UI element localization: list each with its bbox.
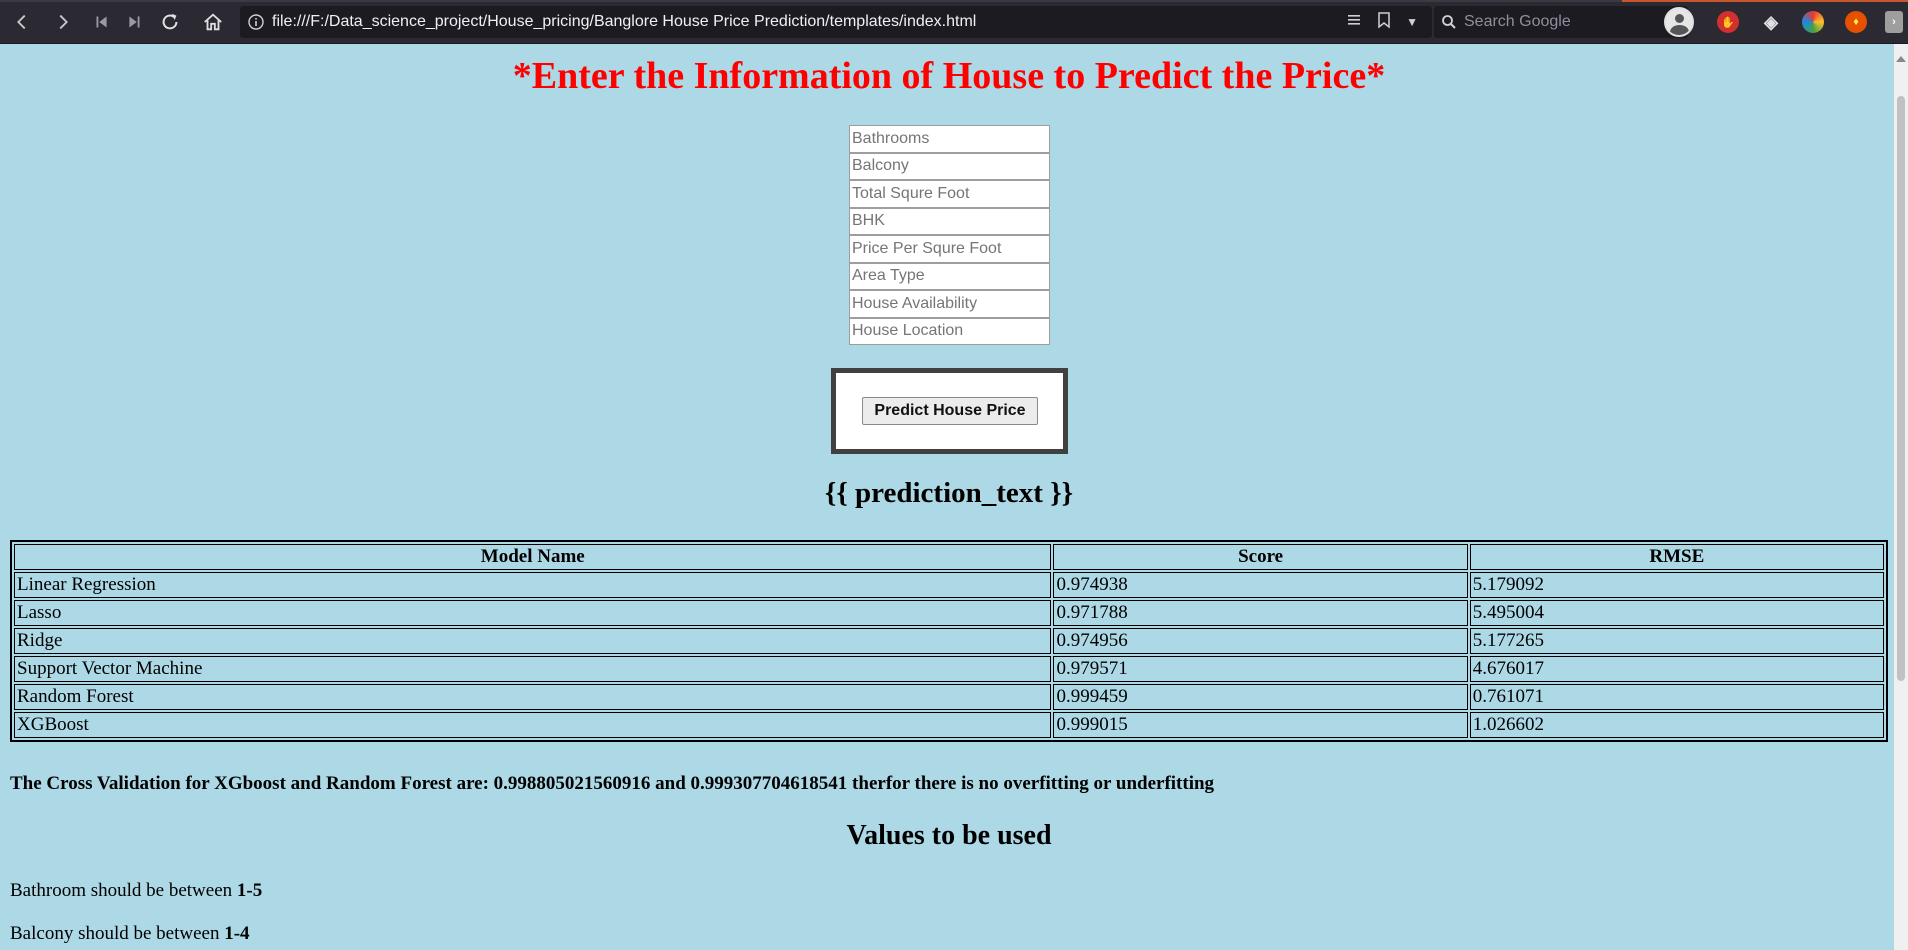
avatar[interactable] <box>1664 7 1694 37</box>
rmse-cell: 5.177265 <box>1469 628 1884 654</box>
total-sqft-input[interactable] <box>849 180 1050 208</box>
reader-view-icon[interactable] <box>1346 12 1362 33</box>
rmse-cell: 5.179092 <box>1469 572 1884 598</box>
reload-icon[interactable] <box>152 4 188 40</box>
balcony-rule: Balcony should be between 1-4 <box>10 923 250 945</box>
table-row: Ridge 0.974956 5.177265 <box>14 628 1884 654</box>
price-per-sqft-input[interactable] <box>849 235 1050 263</box>
page-title: *Enter the Information of House to Predi… <box>512 55 1386 97</box>
prediction-text: {{ prediction_text }} <box>824 477 1074 509</box>
score-cell: 0.999459 <box>1053 684 1468 710</box>
predict-button-frame: Predict House Price <box>831 368 1068 454</box>
model-name-cell: Lasso <box>14 600 1052 626</box>
rule-text: Balcony should be between <box>10 923 225 944</box>
column-header-score: Score <box>1053 544 1468 570</box>
house-info-form <box>849 125 1050 345</box>
table-row: XGBoost 0.999015 1.026602 <box>14 712 1884 738</box>
score-cell: 0.999015 <box>1053 712 1468 738</box>
table-row: Linear Regression 0.974938 5.179092 <box>14 572 1884 598</box>
rmse-cell: 0.761071 <box>1469 684 1884 710</box>
column-header-model-name: Model Name <box>14 544 1052 570</box>
scrollbar-thumb[interactable] <box>1897 96 1905 681</box>
chevron-down-icon[interactable]: ▼ <box>1406 15 1418 29</box>
page-content: *Enter the Information of House to Predi… <box>0 44 1908 950</box>
bhk-input[interactable] <box>849 207 1050 235</box>
first-page-icon[interactable] <box>84 4 120 40</box>
model-name-cell: Ridge <box>14 628 1052 654</box>
bathrooms-input[interactable] <box>849 125 1050 153</box>
table-row: Random Forest 0.999459 0.761071 <box>14 684 1884 710</box>
score-cell: 0.974956 <box>1053 628 1468 654</box>
table-row: Lasso 0.971788 5.495004 <box>14 600 1884 626</box>
address-bar[interactable]: file:///F:/Data_science_project/House_pr… <box>240 6 1432 38</box>
page-scrollbar[interactable] <box>1894 44 1908 950</box>
rule-text: Bathroom should be between <box>10 880 237 901</box>
back-icon[interactable] <box>4 4 40 40</box>
model-name-cell: XGBoost <box>14 712 1052 738</box>
rule-range: 1-4 <box>224 923 250 944</box>
balcony-input[interactable] <box>849 152 1050 180</box>
extension-fire-icon[interactable]: ♦ <box>1845 11 1867 33</box>
scroll-up-icon[interactable] <box>1896 56 1906 62</box>
table-row: Support Vector Machine 0.979571 4.676017 <box>14 656 1884 682</box>
score-cell: 0.979571 <box>1053 656 1468 682</box>
rmse-cell: 5.495004 <box>1469 600 1884 626</box>
predict-house-price-button[interactable]: Predict House Price <box>862 397 1038 425</box>
search-icon <box>1434 14 1464 30</box>
house-location-input[interactable] <box>849 317 1050 345</box>
home-icon[interactable] <box>195 4 231 40</box>
model-name-cell: Random Forest <box>14 684 1052 710</box>
rmse-cell: 1.026602 <box>1469 712 1884 738</box>
site-info-icon[interactable] <box>240 14 272 30</box>
extension-diamond-icon[interactable]: ◈ <box>1760 11 1782 33</box>
table-header-row: Model Name Score RMSE <box>14 544 1884 570</box>
overflow-menu-icon[interactable]: › <box>1885 11 1903 33</box>
score-cell: 0.974938 <box>1053 572 1468 598</box>
model-name-cell: Support Vector Machine <box>14 656 1052 682</box>
rmse-cell: 4.676017 <box>1469 656 1884 682</box>
area-type-input[interactable] <box>849 262 1050 290</box>
search-input[interactable]: Search Google <box>1464 13 1664 31</box>
last-page-icon[interactable] <box>116 4 152 40</box>
rule-range: 1-5 <box>236 880 263 901</box>
extension-color-icon[interactable] <box>1802 11 1824 33</box>
house-availability-input[interactable] <box>849 290 1050 318</box>
cross-validation-text: The Cross Validation for XGboost and Ran… <box>10 773 1215 794</box>
model-name-cell: Linear Regression <box>14 572 1052 598</box>
search-bar[interactable]: Search Google ▼ <box>1434 6 1688 38</box>
score-cell: 0.971788 <box>1053 600 1468 626</box>
column-header-rmse: RMSE <box>1469 544 1884 570</box>
adblock-icon[interactable]: ✋ <box>1717 11 1739 33</box>
bookmark-icon[interactable] <box>1376 11 1392 34</box>
bathroom-rule: Bathroom should be between 1-5 <box>10 880 262 902</box>
browser-toolbar: file:///F:/Data_science_project/House_pr… <box>0 0 1908 44</box>
account-avatar[interactable] <box>1664 0 1694 44</box>
url-text[interactable]: file:///F:/Data_science_project/House_pr… <box>272 13 1346 31</box>
values-heading: Values to be used <box>846 820 1052 851</box>
forward-icon[interactable] <box>45 4 81 40</box>
model-scores-table: Model Name Score RMSE Linear Regression … <box>10 540 1888 742</box>
